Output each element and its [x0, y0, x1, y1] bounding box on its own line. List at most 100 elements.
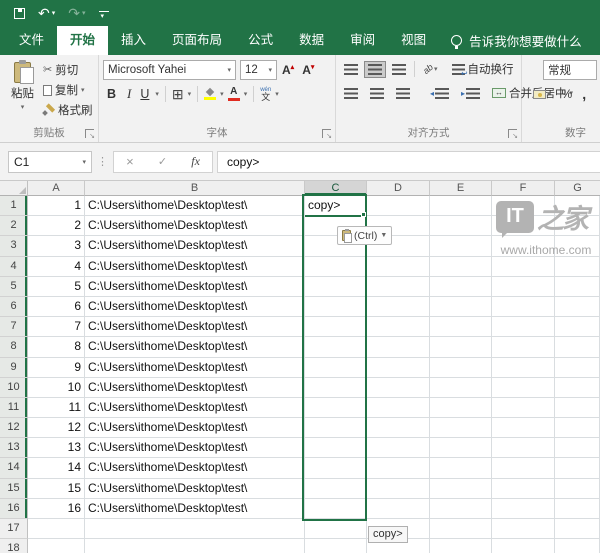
row-header-10[interactable]: 10 [0, 377, 28, 398]
cell-B13[interactable]: C:\Users\ithome\Desktop\test\ [85, 438, 305, 459]
cell-G1[interactable] [555, 196, 600, 217]
align-bottom-button[interactable] [388, 61, 410, 78]
cell-C16[interactable] [305, 498, 367, 519]
decrease-font-size-button[interactable]: A▾ [299, 63, 317, 77]
cell-A15[interactable]: 15 [28, 478, 85, 499]
row-header-8[interactable]: 8 [0, 337, 28, 358]
cell-B14[interactable]: C:\Users\ithome\Desktop\test\ [85, 458, 305, 479]
cell-G13[interactable] [555, 438, 600, 459]
undo-button[interactable]: ↶ ▾ [38, 6, 55, 20]
cell-E14[interactable] [430, 458, 492, 479]
cell-F16[interactable] [492, 498, 555, 519]
cell-D6[interactable] [367, 296, 430, 318]
cell-E17[interactable] [430, 519, 492, 540]
cell-B18[interactable] [85, 539, 305, 553]
cell-F2[interactable] [492, 216, 555, 237]
cell-C4[interactable] [305, 256, 367, 277]
redo-button[interactable]: ↷ ▾ [68, 6, 85, 20]
column-header-E[interactable]: E [430, 181, 492, 196]
number-format-select[interactable]: 常规 [543, 60, 597, 80]
cell-E1[interactable] [430, 196, 492, 217]
font-color-dropdown-icon[interactable]: ▾ [244, 90, 248, 98]
cell-F17[interactable] [492, 519, 555, 540]
cell-G17[interactable] [555, 519, 600, 540]
cell-G5[interactable] [555, 276, 600, 297]
cell-E3[interactable] [430, 236, 492, 257]
column-header-B[interactable]: B [85, 181, 305, 196]
column-header-D[interactable]: D [367, 181, 430, 196]
cell-A18[interactable] [28, 539, 85, 553]
cell-B12[interactable]: C:\Users\ithome\Desktop\test\ [85, 418, 305, 439]
cell-B15[interactable]: C:\Users\ithome\Desktop\test\ [85, 478, 305, 499]
tab-data[interactable]: 数据 [286, 26, 337, 55]
cell-E7[interactable] [430, 317, 492, 338]
cell-A6[interactable]: 6 [28, 296, 85, 318]
tab-review[interactable]: 审阅 [337, 26, 388, 55]
cell-B8[interactable]: C:\Users\ithome\Desktop\test\ [85, 337, 305, 358]
cut-button[interactable]: ✂ 剪切 [41, 61, 95, 79]
align-top-button[interactable] [340, 61, 362, 78]
font-dialog-launcher-icon[interactable] [322, 129, 332, 140]
cell-C12[interactable] [305, 418, 367, 439]
cell-E2[interactable] [430, 216, 492, 237]
cell-C17[interactable] [305, 519, 367, 540]
cell-E4[interactable] [430, 256, 492, 277]
cell-E6[interactable] [430, 296, 492, 318]
cell-D7[interactable] [367, 317, 430, 338]
cell-C10[interactable] [305, 377, 367, 398]
increase-font-size-button[interactable]: A▴ [279, 63, 297, 77]
cell-E18[interactable] [430, 539, 492, 553]
cell-E5[interactable] [430, 276, 492, 297]
alignment-dialog-launcher-icon[interactable] [508, 129, 518, 140]
cell-D10[interactable] [367, 377, 430, 398]
phonetic-guide-button[interactable]: wén 文 [260, 87, 271, 102]
row-header-1[interactable]: 1 [0, 196, 28, 217]
cell-C8[interactable] [305, 337, 367, 358]
enter-icon[interactable]: ✓ [158, 155, 167, 168]
cell-C7[interactable] [305, 317, 367, 338]
name-box[interactable]: C1 ▾ [8, 150, 92, 173]
cell-F5[interactable] [492, 276, 555, 297]
italic-button[interactable]: I [124, 86, 134, 102]
fill-color-dropdown-icon[interactable]: ▾ [220, 90, 224, 98]
cell-F1[interactable] [492, 196, 555, 217]
cell-A8[interactable]: 8 [28, 337, 85, 358]
cell-C9[interactable] [305, 357, 367, 378]
row-header-6[interactable]: 6 [0, 296, 28, 318]
row-header-15[interactable]: 15 [0, 478, 28, 499]
cell-E10[interactable] [430, 377, 492, 398]
cell-F3[interactable] [492, 236, 555, 257]
row-header-14[interactable]: 14 [0, 458, 28, 479]
cell-A7[interactable]: 7 [28, 317, 85, 338]
cell-F7[interactable] [492, 317, 555, 338]
cell-G3[interactable] [555, 236, 600, 257]
cell-D1[interactable] [367, 196, 430, 217]
tab-insert[interactable]: 插入 [108, 26, 159, 55]
row-header-16[interactable]: 16 [0, 498, 28, 519]
row-header-11[interactable]: 11 [0, 397, 28, 419]
cell-B5[interactable]: C:\Users\ithome\Desktop\test\ [85, 276, 305, 297]
cell-C6[interactable] [305, 296, 367, 318]
increase-indent-button[interactable]: ▸ [457, 85, 484, 102]
cell-A1[interactable]: 1 [28, 196, 85, 217]
cell-D5[interactable] [367, 276, 430, 297]
cell-F13[interactable] [492, 438, 555, 459]
cell-E12[interactable] [430, 418, 492, 439]
cell-B10[interactable]: C:\Users\ithome\Desktop\test\ [85, 377, 305, 398]
cell-C18[interactable] [305, 539, 367, 553]
select-all-corner[interactable] [0, 181, 28, 196]
cell-E13[interactable] [430, 438, 492, 459]
column-header-A[interactable]: A [28, 181, 85, 196]
cell-A14[interactable]: 14 [28, 458, 85, 479]
accounting-format-button[interactable]: ▾ [529, 87, 555, 102]
paste-options-button[interactable]: (Ctrl) ▼ [337, 226, 393, 245]
cell-A13[interactable]: 13 [28, 438, 85, 459]
cell-A12[interactable]: 12 [28, 418, 85, 439]
cell-E11[interactable] [430, 397, 492, 419]
qat-customize-button[interactable] [98, 10, 109, 20]
format-painter-button[interactable]: 格式刷 [41, 101, 95, 119]
row-header-4[interactable]: 4 [0, 256, 28, 277]
cell-B16[interactable]: C:\Users\ithome\Desktop\test\ [85, 498, 305, 519]
cell-D15[interactable] [367, 478, 430, 499]
cell-D12[interactable] [367, 418, 430, 439]
